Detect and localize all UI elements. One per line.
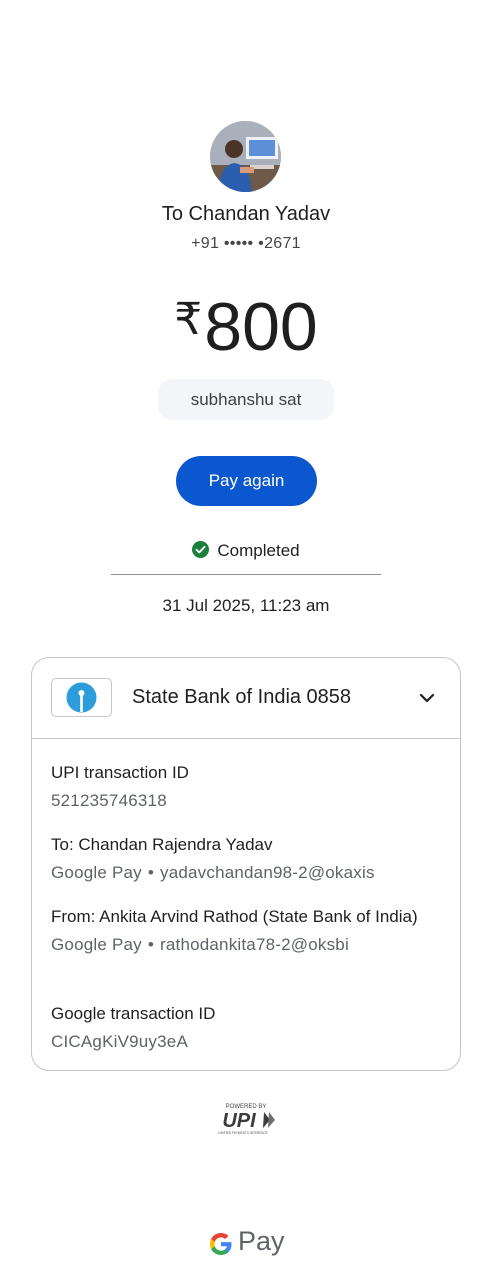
from-section: From: Ankita Arvind Rathod (State Bank o… (51, 905, 446, 957)
payee-name: To Chandan Yadav (161, 203, 331, 225)
transaction-datetime: 31 Jul 2025, 11:23 am (162, 596, 330, 615)
status-text: Completed (217, 541, 300, 560)
upi-brand-text: UPI (222, 1110, 256, 1132)
payee-avatar (210, 121, 281, 192)
bank-name: State Bank of India 0858 (132, 686, 352, 708)
amount-value: 800 (204, 289, 318, 365)
to-section: To: Chandan Rajendra Yadav Google Pay • ya… (51, 833, 446, 885)
from-label: From: Ankita Arvind Rathod (State Bank o… (51, 907, 418, 926)
upi-transaction-id-value: 521235746318 (51, 791, 167, 810)
from-handle: rathodankita78-2@oksbi (160, 935, 349, 954)
upi-tagline-text: UNIFIED PAYMENTS INTERFACE (218, 1131, 267, 1135)
to-handle: yadavchandan98-2@okaxis (160, 863, 375, 882)
payment-note: subhanshu sat (158, 379, 334, 420)
transaction-details-card: State Bank of India 0858 UPI transaction… (31, 657, 461, 1071)
status-row: Completed (0, 541, 492, 561)
to-app: Google Pay (51, 863, 142, 882)
payee-phone: +91 ••••• •2671 (191, 235, 301, 252)
to-value: Google Pay • yadavchandan98-2@okaxis (51, 863, 375, 882)
from-app: Google Pay (51, 935, 142, 954)
to-label: To: Chandan Rajendra Yadav (51, 835, 273, 854)
avatar-photo (210, 121, 281, 192)
currency-symbol: ₹ (174, 295, 203, 344)
google-transaction-id-value: CICAgKiV9uy3eA (51, 1032, 188, 1051)
upi-transaction-id-label: UPI transaction ID (51, 763, 189, 782)
upi-transaction-id-section: UPI transaction ID 521235746318 (51, 761, 446, 813)
card-divider (32, 738, 460, 739)
pay-again-button[interactable]: Pay again (176, 456, 317, 506)
status-divider (111, 574, 381, 575)
google-g-icon (210, 1233, 232, 1255)
gpay-text: Pay (238, 1226, 285, 1256)
bank-account-row[interactable]: State Bank of India 0858 (32, 658, 460, 739)
bank-logo (51, 678, 112, 717)
google-transaction-id-label: Google transaction ID (51, 1004, 216, 1023)
amount: ₹800 (0, 280, 492, 367)
google-transaction-id-section: Google transaction ID CICAgKiV9uy3eA (51, 1002, 446, 1054)
check-circle-icon (192, 541, 210, 558)
sbi-logo-icon (66, 682, 97, 713)
upi-logo: POWERED BY UPI UNIFIED PAYMENTS INTERFAC… (212, 1101, 280, 1137)
from-value: Google Pay • rathodankita78-2@oksbi (51, 935, 349, 954)
chevron-down-icon[interactable] (417, 688, 437, 708)
